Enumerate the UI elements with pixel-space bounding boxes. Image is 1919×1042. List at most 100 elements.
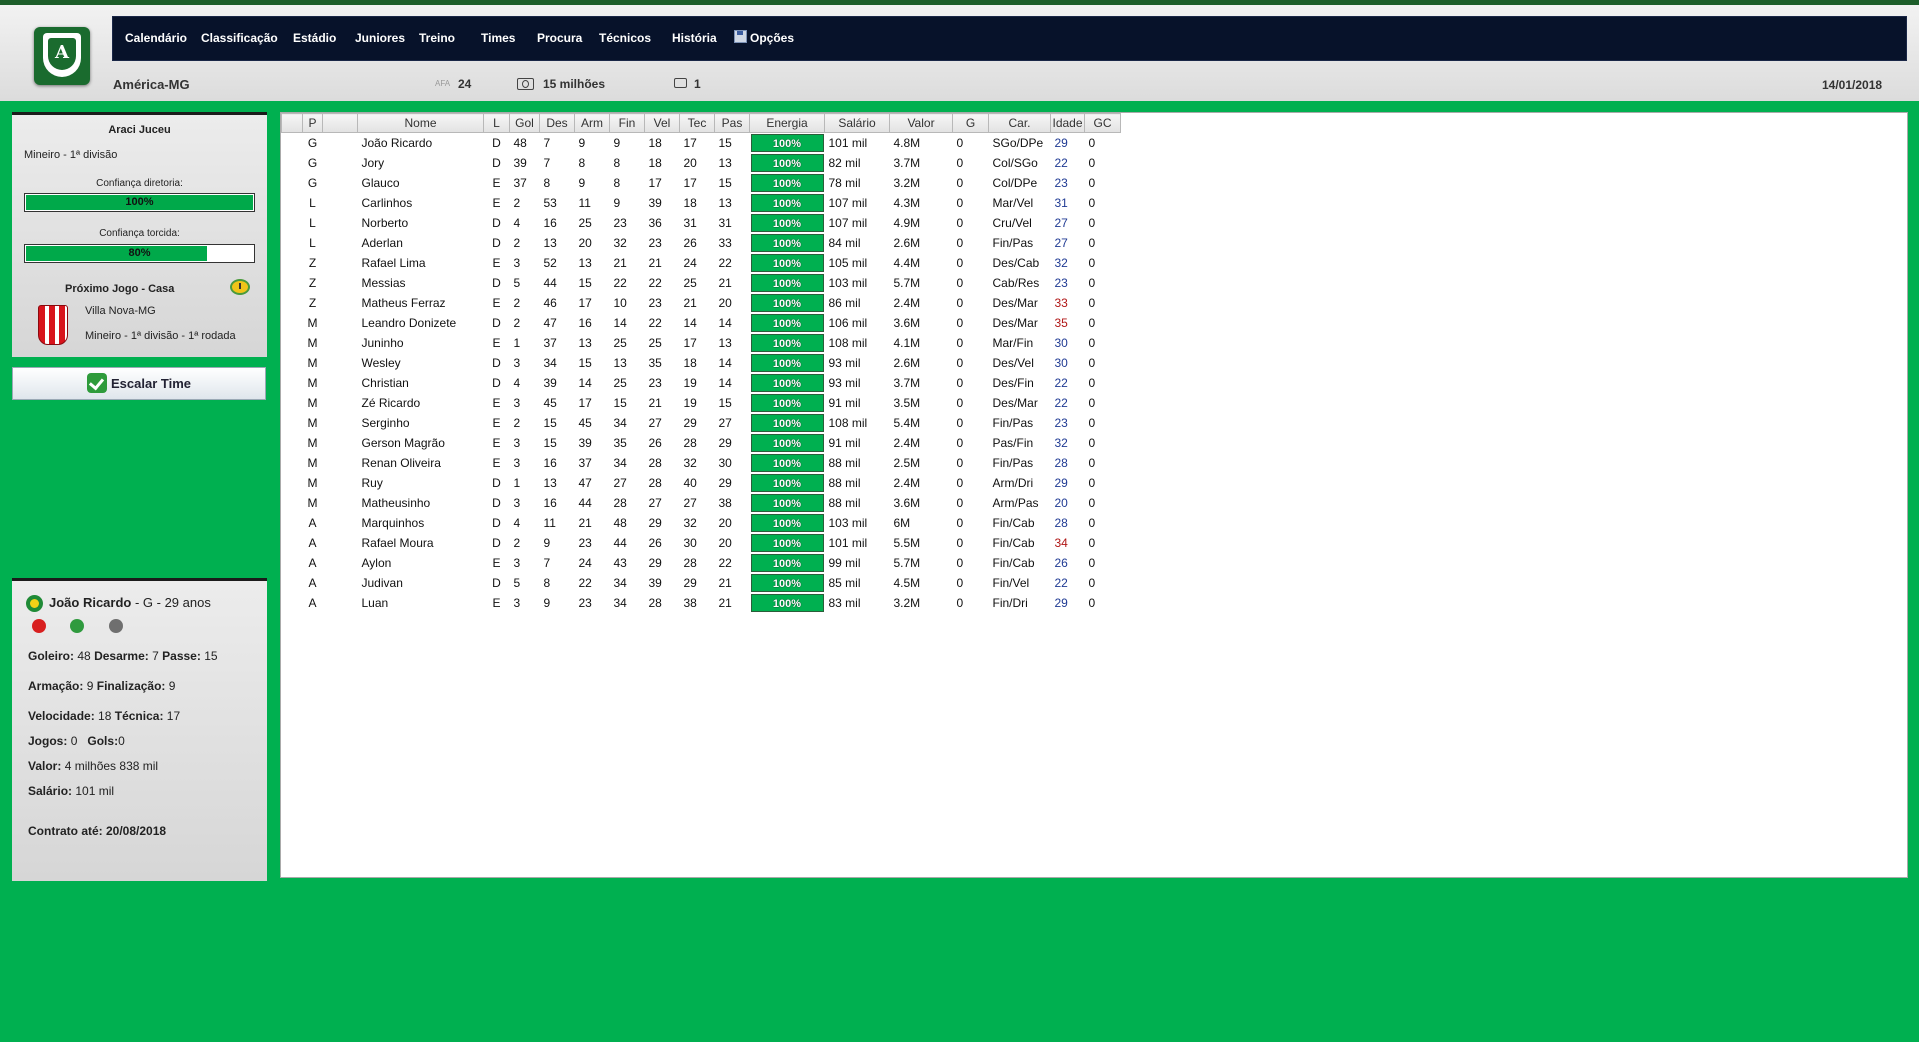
- table-row[interactable]: A Rafael Moura D 2 9 23 44 26 30 20 100% 101 mil 5.5…: [282, 533, 1121, 553]
- cell-des: 46: [543, 296, 557, 310]
- cell-fin: 44: [613, 536, 627, 550]
- cell-gol: 37: [513, 176, 527, 190]
- message-count[interactable]: 1: [694, 77, 701, 91]
- col-header-9[interactable]: Vel: [644, 113, 680, 133]
- nav-calendario[interactable]: Calendário: [125, 16, 187, 61]
- col-header-10[interactable]: Tec: [679, 113, 715, 133]
- nav-tecnicos[interactable]: Técnicos: [599, 16, 651, 61]
- cell-name: Juninho: [361, 336, 404, 350]
- table-row[interactable]: M Zé Ricardo E 3 45 17 15 21 19 15 100% 91 mil 3.5M 0…: [282, 393, 1121, 413]
- table-row[interactable]: M Matheusinho D 3 16 44 28 27 27 38 100% 88 mil 3.6M…: [282, 493, 1121, 513]
- cell-car: Fin/Cab: [992, 556, 1035, 570]
- nav-juniores[interactable]: Juniores: [355, 16, 405, 61]
- cell-sp: [323, 553, 358, 573]
- col-header-12[interactable]: Energia: [749, 113, 825, 133]
- cell-gc: 0: [1088, 536, 1096, 550]
- table-row[interactable]: M Juninho E 1 37 13 25 25 17 13 100% 108 mil 4.1M 0 Ma…: [282, 333, 1121, 353]
- cell-row-select: [282, 173, 303, 193]
- train-icon[interactable]: [109, 619, 123, 633]
- col-header-16[interactable]: Car.: [988, 113, 1051, 133]
- cell-sp: [323, 373, 358, 393]
- cell-salario: 93 mil: [828, 356, 861, 370]
- col-header-4[interactable]: L: [483, 113, 510, 133]
- nav-treino[interactable]: Treino: [419, 16, 455, 61]
- nav-opcoes[interactable]: Opções: [734, 16, 794, 61]
- col-header-3[interactable]: Nome: [357, 113, 484, 133]
- cell-g: 0: [956, 196, 964, 210]
- nav-procura[interactable]: Procura: [537, 16, 582, 61]
- nav-times[interactable]: Times: [481, 16, 515, 61]
- table-row[interactable]: A Judivan D 5 8 22 34 39 29 21 100% 85 mil 4.5M 0 Fin/…: [282, 573, 1121, 593]
- cell-vel: 23: [648, 376, 662, 390]
- cell-fin: 34: [613, 576, 627, 590]
- col-header-17[interactable]: Idade: [1050, 113, 1085, 133]
- table-row[interactable]: A Aylon E 3 7 24 43 29 28 22 100% 99 mil 5.7M 0 Fin/Ca…: [282, 553, 1121, 573]
- nav-historia[interactable]: História: [672, 16, 717, 61]
- table-row[interactable]: Z Messias D 5 44 15 22 22 25 21 100% 103 mil 5.7M 0 Ca…: [282, 273, 1121, 293]
- table-row[interactable]: L Carlinhos E 2 53 11 9 39 18 13 100% 107 mil 4.3M 0 M…: [282, 193, 1121, 213]
- cell-gol: 3: [513, 256, 521, 270]
- table-row[interactable]: G Jory D 39 7 8 8 18 20 13 100% 82 mil 3.7M 0 Col/SGo 2…: [282, 153, 1121, 173]
- cell-vel: 36: [648, 216, 662, 230]
- energy-bar: 100%: [750, 134, 824, 152]
- col-header-5[interactable]: Gol: [509, 113, 540, 133]
- cell-row-select: [282, 213, 303, 233]
- col-header-11[interactable]: Pas: [714, 113, 750, 133]
- club-logo[interactable]: A: [34, 27, 90, 85]
- cell-row-select: [282, 233, 303, 253]
- table-row[interactable]: L Aderlan D 2 13 20 32 23 26 33 100% 84 mil 2.6M 0 Fin…: [282, 233, 1121, 253]
- col-header-14[interactable]: Valor: [889, 113, 953, 133]
- cell-valor: 3.7M: [893, 156, 921, 170]
- table-row[interactable]: G Glauco E 37 8 9 8 17 17 15 100% 78 mil 3.2M 0 Col/DP…: [282, 173, 1121, 193]
- cell-arm: 45: [578, 416, 592, 430]
- table-row[interactable]: M Christian D 4 39 14 25 23 19 14 100% 93 mil 3.7M 0 D…: [282, 373, 1121, 393]
- col-header-13[interactable]: Salário: [824, 113, 890, 133]
- cell-row-select: [282, 593, 303, 613]
- save-icon: [734, 30, 747, 43]
- valor-value: 4 milhões 838 mil: [64, 759, 159, 773]
- clock-icon[interactable]: [230, 279, 250, 295]
- cell-idade: 28: [1054, 516, 1068, 530]
- cell-tec: 17: [683, 136, 697, 150]
- nav-estadio[interactable]: Estádio: [293, 16, 336, 61]
- cell-pos: G: [307, 176, 318, 190]
- table-row[interactable]: M Gerson Magrão E 3 15 39 35 26 28 29 100% 91 mil 2.…: [282, 433, 1121, 453]
- conf-fans-label: Confiança torcida:: [99, 228, 180, 239]
- table-row[interactable]: A Luan E 3 9 23 34 28 38 21 100% 83 mil 3.2M 0 Fin/Dri…: [282, 593, 1121, 613]
- cell-gc: 0: [1088, 236, 1096, 250]
- cell-arm: 22: [578, 576, 592, 590]
- cell-fin: 43: [613, 556, 627, 570]
- stat-passe-label: Passe:: [162, 649, 201, 663]
- table-row[interactable]: A Marquinhos D 4 11 21 48 29 32 20 100% 103 mil 6M 0 F…: [282, 513, 1121, 533]
- remove-player-icon[interactable]: [32, 619, 46, 633]
- table-row[interactable]: M Wesley D 3 34 15 13 35 18 14 100% 93 mil 2.6M 0 Des/…: [282, 353, 1121, 373]
- cell-tec: 17: [683, 336, 697, 350]
- col-header-7[interactable]: Arm: [574, 113, 610, 133]
- table-row[interactable]: Z Matheus Ferraz E 2 46 17 10 23 21 20 100% 86 mil 2…: [282, 293, 1121, 313]
- table-row[interactable]: Z Rafael Lima E 3 52 13 21 21 24 22 100% 105 mil 4.4…: [282, 253, 1121, 273]
- cell-pas: 14: [718, 376, 732, 390]
- col-header-6[interactable]: Des: [539, 113, 575, 133]
- col-header-0[interactable]: [281, 113, 303, 133]
- nav-classificacao[interactable]: Classificação: [201, 16, 278, 61]
- escalar-time-button[interactable]: Escalar Time: [12, 367, 266, 400]
- table-row[interactable]: M Ruy D 1 13 47 27 28 40 29 100% 88 mil 2.4M 0 Arm/Dri…: [282, 473, 1121, 493]
- table-row[interactable]: M Leandro Donizete D 2 47 16 14 22 14 14 100% 106 m…: [282, 313, 1121, 333]
- table-row[interactable]: L Norberto D 4 16 25 23 36 31 31 100% 107 mil 4.9M 0 C…: [282, 213, 1121, 233]
- energy-bar: 100%: [750, 374, 824, 392]
- transfer-icon[interactable]: [70, 619, 84, 633]
- col-header-15[interactable]: G: [952, 113, 989, 133]
- energy-bar: 100%: [750, 574, 824, 592]
- cell-row-select: [282, 193, 303, 213]
- col-header-18[interactable]: GC: [1084, 113, 1121, 133]
- player-contract: Contrato até: 20/08/2018: [28, 824, 167, 838]
- col-header-8[interactable]: Fin: [609, 113, 645, 133]
- col-header-2[interactable]: [322, 113, 358, 133]
- cell-sp: [323, 593, 358, 613]
- table-row[interactable]: M Renan Oliveira E 3 16 37 34 28 32 30 100% 88 mil 2…: [282, 453, 1121, 473]
- table-row[interactable]: M Serginho E 2 15 45 34 27 29 27 100% 108 mil 5.4M 0 F…: [282, 413, 1121, 433]
- table-row[interactable]: G João Ricardo D 48 7 9 9 18 17 15 100% 101 mil 4.8M…: [282, 133, 1121, 154]
- message-icon[interactable]: [674, 78, 687, 88]
- cell-gol: 39: [513, 156, 527, 170]
- col-header-1[interactable]: P: [302, 113, 323, 133]
